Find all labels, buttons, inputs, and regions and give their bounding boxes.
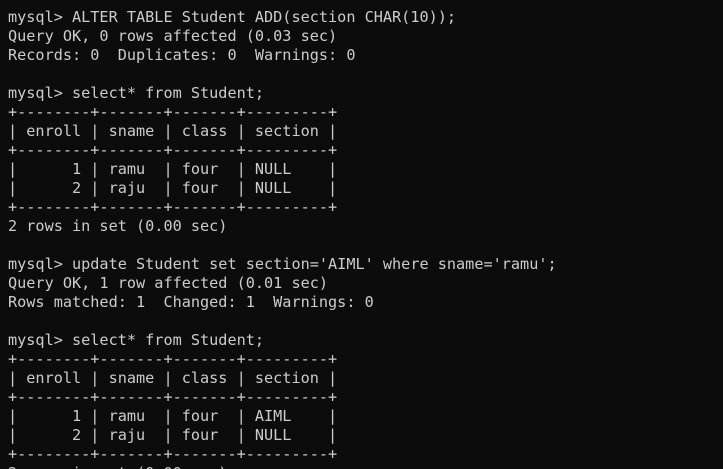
terminal-line: 2 rows in set (0.00 sec) — [8, 464, 557, 469]
terminal-output: mysql> ALTER TABLE Student ADD(section C… — [8, 8, 557, 469]
terminal-line: | enroll | sname | class | section | — [8, 369, 338, 387]
terminal-line: mysql> ALTER TABLE Student ADD(section C… — [8, 8, 457, 26]
terminal-line: Query OK, 1 row affected (0.01 sec) — [8, 274, 329, 292]
terminal-window[interactable]: mysql> ALTER TABLE Student ADD(section C… — [0, 0, 723, 469]
terminal-line: Rows matched: 1 Changed: 1 Warnings: 0 — [8, 293, 374, 311]
terminal-line: +--------+-------+-------+---------+ — [8, 198, 338, 216]
terminal-line: +--------+-------+-------+---------+ — [8, 350, 338, 368]
terminal-line: +--------+-------+-------+---------+ — [8, 103, 338, 121]
terminal-line: | 1 | ramu | four | AIML | — [8, 407, 338, 425]
terminal-line: | 2 | raju | four | NULL | — [8, 426, 338, 444]
terminal-line: 2 rows in set (0.00 sec) — [8, 217, 228, 235]
terminal-line: | enroll | sname | class | section | — [8, 122, 338, 140]
terminal-line: | 1 | ramu | four | NULL | — [8, 160, 338, 178]
terminal-line: +--------+-------+-------+---------+ — [8, 388, 338, 406]
terminal-line: mysql> select* from Student; — [8, 84, 265, 102]
terminal-line: Query OK, 0 rows affected (0.03 sec) — [8, 27, 338, 45]
terminal-line: +--------+-------+-------+---------+ — [8, 141, 338, 159]
terminal-line: +--------+-------+-------+---------+ — [8, 445, 338, 463]
terminal-line: mysql> select* from Student; — [8, 331, 265, 349]
terminal-line: Records: 0 Duplicates: 0 Warnings: 0 — [8, 46, 356, 64]
terminal-line: mysql> update Student set section='AIML'… — [8, 255, 557, 273]
terminal-line: | 2 | raju | four | NULL | — [8, 179, 338, 197]
